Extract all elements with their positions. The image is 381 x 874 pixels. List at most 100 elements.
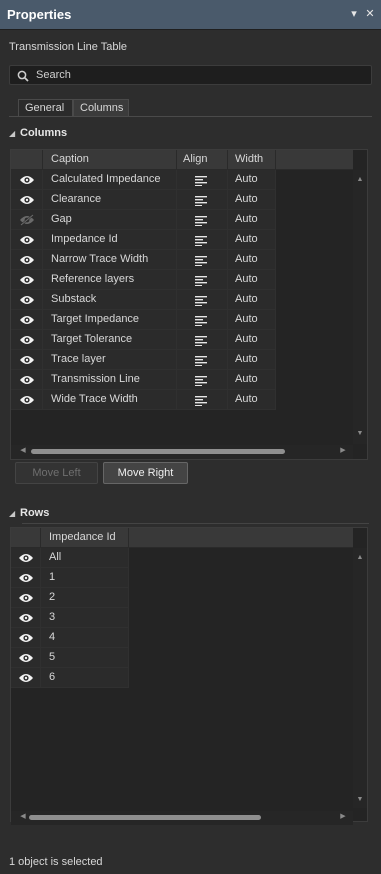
- width-cell[interactable]: Auto: [228, 310, 276, 330]
- header-align[interactable]: Align: [177, 150, 228, 170]
- align-left-icon[interactable]: [195, 194, 207, 209]
- move-left-button[interactable]: Move Left: [15, 462, 98, 484]
- scrollbar-thumb[interactable]: [29, 815, 261, 820]
- align-cell[interactable]: [177, 250, 228, 270]
- visibility-cell[interactable]: [11, 250, 43, 270]
- scroll-right-icon[interactable]: ▶: [337, 445, 349, 457]
- width-cell[interactable]: Auto: [228, 230, 276, 250]
- align-left-icon[interactable]: [195, 334, 207, 349]
- panel-menu-icon[interactable]: ▾: [348, 8, 360, 20]
- impedance-id-cell[interactable]: 4: [41, 628, 129, 648]
- scroll-left-icon[interactable]: ◀: [17, 811, 29, 823]
- width-cell[interactable]: Auto: [228, 390, 276, 410]
- impedance-id-cell[interactable]: All: [41, 548, 129, 568]
- eye-icon[interactable]: [19, 254, 35, 269]
- caption-cell[interactable]: Gap: [43, 210, 177, 230]
- visibility-cell[interactable]: [11, 270, 43, 290]
- caption-cell[interactable]: Trace layer: [43, 350, 177, 370]
- caption-cell[interactable]: Reference layers: [43, 270, 177, 290]
- header-caption[interactable]: Caption: [43, 150, 177, 170]
- visibility-cell[interactable]: [11, 310, 43, 330]
- header-visibility[interactable]: [11, 528, 41, 548]
- table-row[interactable]: Impedance Id Auto: [11, 230, 276, 250]
- table-row[interactable]: 4: [11, 628, 129, 648]
- header-visibility[interactable]: [11, 150, 43, 170]
- visibility-cell[interactable]: [11, 390, 43, 410]
- align-left-icon[interactable]: [195, 394, 207, 409]
- header-width[interactable]: Width: [228, 150, 276, 170]
- eye-icon[interactable]: [19, 334, 35, 349]
- align-cell[interactable]: [177, 190, 228, 210]
- eye-icon[interactable]: [18, 552, 34, 567]
- table-row[interactable]: 3: [11, 608, 129, 628]
- align-left-icon[interactable]: [195, 374, 207, 389]
- collapse-triangle-icon[interactable]: ◢: [9, 129, 17, 138]
- eye-icon[interactable]: [19, 314, 35, 329]
- caption-cell[interactable]: Clearance: [43, 190, 177, 210]
- visibility-cell[interactable]: [11, 628, 41, 648]
- scroll-up-icon[interactable]: ▲: [353, 174, 367, 186]
- visibility-cell[interactable]: [11, 230, 43, 250]
- align-cell[interactable]: [177, 310, 228, 330]
- align-left-icon[interactable]: [195, 274, 207, 289]
- caption-cell[interactable]: Transmission Line: [43, 370, 177, 390]
- width-cell[interactable]: Auto: [228, 330, 276, 350]
- align-cell[interactable]: [177, 370, 228, 390]
- tab-general[interactable]: General: [18, 99, 73, 117]
- width-cell[interactable]: Auto: [228, 270, 276, 290]
- visibility-cell[interactable]: [11, 170, 43, 190]
- eye-icon[interactable]: [18, 592, 34, 607]
- align-left-icon[interactable]: [195, 314, 207, 329]
- eye-icon[interactable]: [19, 354, 35, 369]
- impedance-id-cell[interactable]: 3: [41, 608, 129, 628]
- width-cell[interactable]: Auto: [228, 210, 276, 230]
- align-cell[interactable]: [177, 290, 228, 310]
- caption-cell[interactable]: Calculated Impedance: [43, 170, 177, 190]
- align-left-icon[interactable]: [195, 294, 207, 309]
- visibility-cell[interactable]: [11, 548, 41, 568]
- table-row[interactable]: 5: [11, 648, 129, 668]
- impedance-id-cell[interactable]: 6: [41, 668, 129, 688]
- visibility-cell[interactable]: [11, 648, 41, 668]
- visibility-cell[interactable]: [11, 330, 43, 350]
- scrollbar-thumb[interactable]: [31, 449, 285, 454]
- table-row[interactable]: All: [11, 548, 129, 568]
- visibility-cell[interactable]: [11, 350, 43, 370]
- eye-icon[interactable]: [19, 294, 35, 309]
- table-row[interactable]: Target Tolerance Auto: [11, 330, 276, 350]
- width-cell[interactable]: Auto: [228, 190, 276, 210]
- eye-hidden-icon[interactable]: [19, 214, 35, 229]
- columns-horizontal-scrollbar[interactable]: ◀ ▶: [11, 445, 353, 459]
- align-cell[interactable]: [177, 170, 228, 190]
- align-left-icon[interactable]: [195, 214, 207, 229]
- table-row[interactable]: Trace layer Auto: [11, 350, 276, 370]
- move-right-button[interactable]: Move Right: [103, 462, 188, 484]
- header-impedance-id[interactable]: Impedance Id: [41, 528, 129, 548]
- collapse-triangle-icon[interactable]: ◢: [9, 509, 17, 518]
- table-row[interactable]: Narrow Trace Width Auto: [11, 250, 276, 270]
- scroll-right-icon[interactable]: ▶: [337, 811, 349, 823]
- align-cell[interactable]: [177, 350, 228, 370]
- visibility-cell[interactable]: [11, 608, 41, 628]
- align-left-icon[interactable]: [195, 174, 207, 189]
- table-row[interactable]: Transmission Line Auto: [11, 370, 276, 390]
- width-cell[interactable]: Auto: [228, 290, 276, 310]
- scroll-up-icon[interactable]: ▲: [353, 552, 367, 564]
- scroll-down-icon[interactable]: ▼: [353, 794, 367, 806]
- visibility-cell[interactable]: [11, 370, 43, 390]
- table-row[interactable]: Clearance Auto: [11, 190, 276, 210]
- align-cell[interactable]: [177, 390, 228, 410]
- eye-icon[interactable]: [18, 572, 34, 587]
- rows-vertical-scrollbar[interactable]: ▲ ▼: [353, 548, 367, 808]
- caption-cell[interactable]: Target Tolerance: [43, 330, 177, 350]
- table-row[interactable]: 1: [11, 568, 129, 588]
- search-input[interactable]: Search: [9, 65, 372, 85]
- tab-columns[interactable]: Columns: [73, 99, 129, 117]
- impedance-id-cell[interactable]: 5: [41, 648, 129, 668]
- eye-icon[interactable]: [18, 672, 34, 687]
- caption-cell[interactable]: Substack: [43, 290, 177, 310]
- align-left-icon[interactable]: [195, 234, 207, 249]
- width-cell[interactable]: Auto: [228, 370, 276, 390]
- scroll-left-icon[interactable]: ◀: [17, 445, 29, 457]
- align-cell[interactable]: [177, 230, 228, 250]
